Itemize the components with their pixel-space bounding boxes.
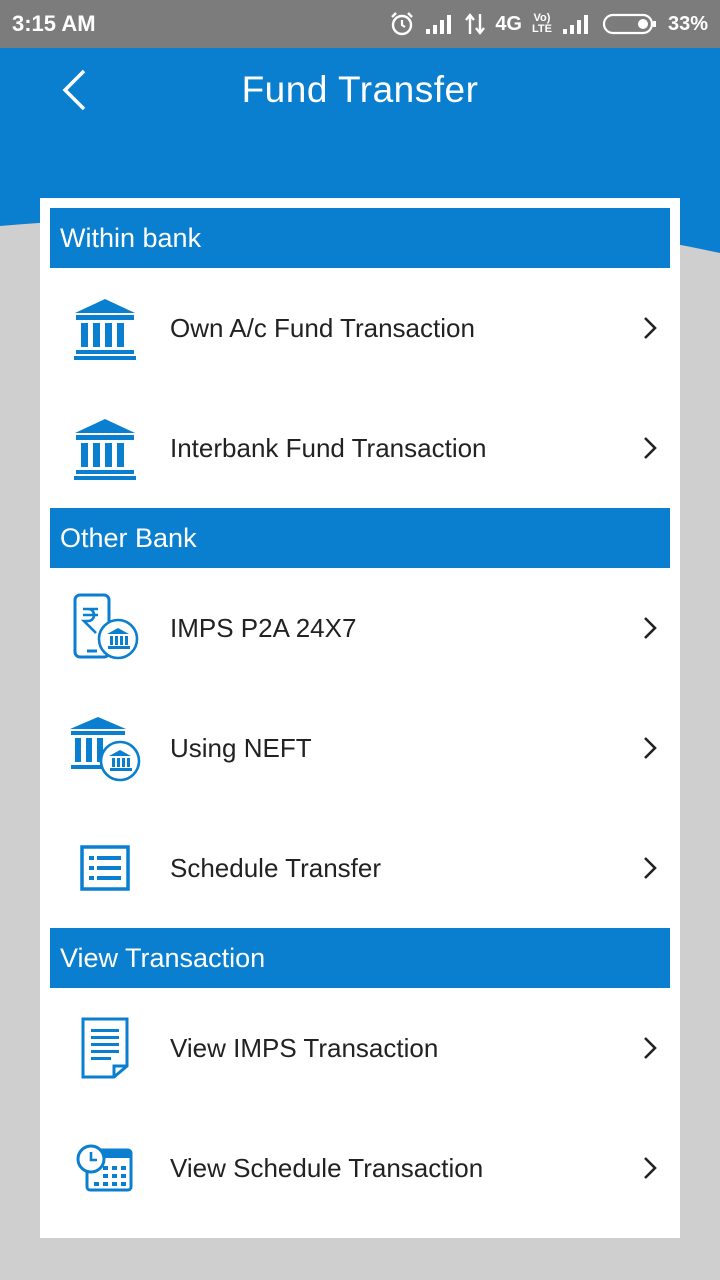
menu-item-label: Schedule Transfer xyxy=(170,852,382,883)
fund-transfer-screen: 3:15 AM 4G Vo) LTE 33% Fund Transfer Wit… xyxy=(0,0,720,1280)
chevron-right-icon xyxy=(644,857,657,879)
menu-item-interbank-fund-transaction[interactable]: Interbank Fund Transaction xyxy=(40,388,680,508)
menu-item-own-ac-fund-transaction[interactable]: Own A/c Fund Transaction xyxy=(40,268,680,388)
bank-icon xyxy=(74,419,136,480)
clock-calendar-icon xyxy=(76,1144,133,1192)
chevron-right-icon xyxy=(644,737,657,759)
document-icon xyxy=(81,1017,129,1079)
chevron-right-icon xyxy=(644,1037,657,1059)
data-transfer-icon xyxy=(465,13,486,35)
menu-item-view-schedule-transaction[interactable]: View Schedule Transaction xyxy=(40,1108,680,1228)
bank-transfer-icon xyxy=(70,717,141,782)
battery-percent: 33% xyxy=(667,12,708,35)
section-header-view-transaction: View Transaction xyxy=(50,928,670,988)
signal-icon-2 xyxy=(562,15,588,34)
battery-icon xyxy=(602,13,656,35)
mobile-rupee-bank-icon xyxy=(73,593,139,660)
menu-item-label: Using NEFT xyxy=(170,732,312,763)
menu-item-view-imps-transaction[interactable]: View IMPS Transaction xyxy=(40,988,680,1108)
signal-icon xyxy=(426,15,452,34)
section-header-within-bank: Within bank xyxy=(50,208,670,268)
menu-item-label: IMPS P2A 24X7 xyxy=(170,612,357,643)
menu-item-using-neft[interactable]: Using NEFT xyxy=(40,688,680,808)
menu-card: Within bank Own A/c Fund Transaction Int… xyxy=(40,198,680,1238)
chevron-right-icon xyxy=(644,617,657,639)
alarm-icon xyxy=(391,12,414,36)
bank-icon xyxy=(74,299,136,360)
status-bar: 3:15 AM 4G Vo) LTE 33% xyxy=(0,0,720,48)
chevron-right-icon xyxy=(644,317,657,339)
chevron-right-icon xyxy=(644,1157,657,1179)
menu-item-imps-p2a[interactable]: IMPS P2A 24X7 xyxy=(40,568,680,688)
status-icons: 4G Vo) LTE 33% xyxy=(389,11,708,37)
menu-item-schedule-transfer[interactable]: Schedule Transfer xyxy=(40,808,680,928)
list-icon xyxy=(80,845,130,891)
menu-item-label: Interbank Fund Transaction xyxy=(170,432,487,463)
page-title: Fund Transfer xyxy=(241,69,479,110)
volte-badge: Vo) LTE xyxy=(532,12,552,35)
status-time: 3:15 AM xyxy=(12,11,96,36)
section-header-other-bank: Other Bank xyxy=(50,508,670,568)
network-type: 4G xyxy=(495,12,522,35)
menu-item-label: View IMPS Transaction xyxy=(170,1032,439,1063)
menu-item-label: View Schedule Transaction xyxy=(170,1152,484,1183)
menu-item-label: Own A/c Fund Transaction xyxy=(170,312,475,343)
chevron-right-icon xyxy=(644,437,657,459)
